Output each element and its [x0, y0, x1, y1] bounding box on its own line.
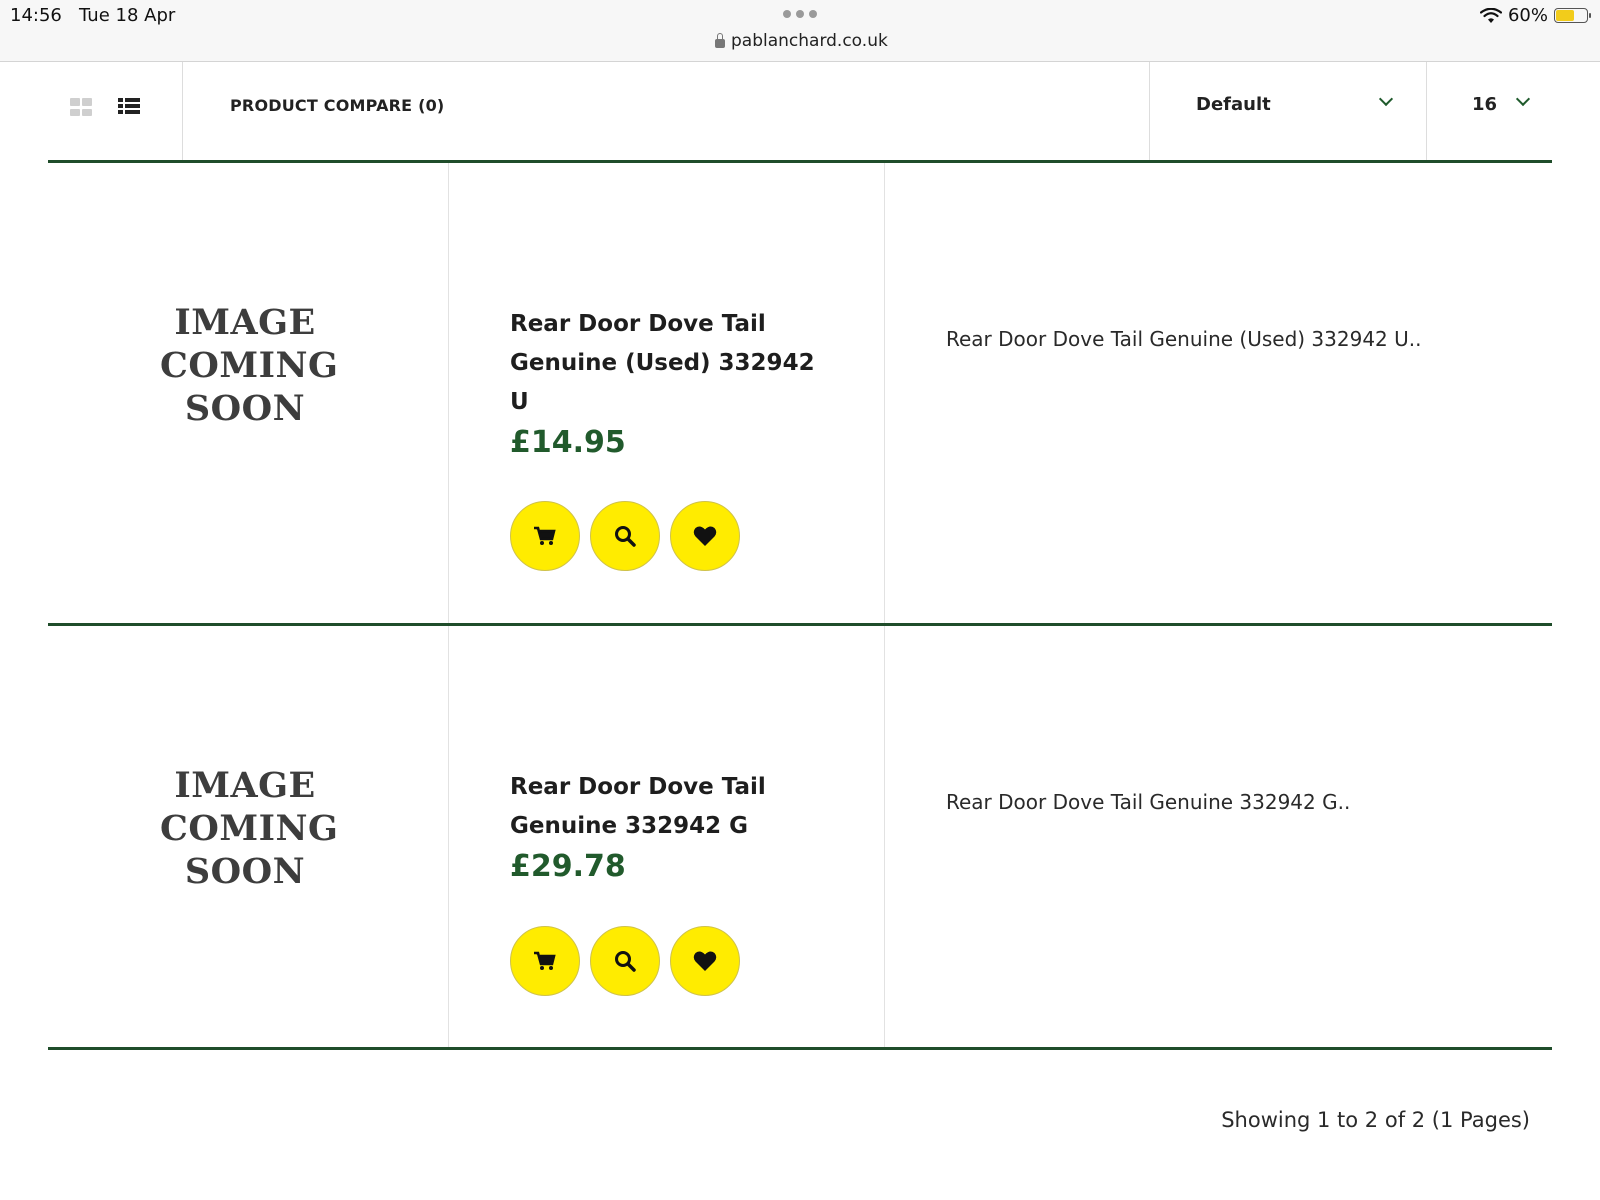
add-to-cart-button[interactable]: [510, 926, 580, 996]
ios-status-bar: 14:56 Tue 18 Apr pablanchard.co.uk 60%: [0, 0, 1600, 62]
heart-icon: [693, 526, 717, 546]
quick-view-button[interactable]: [590, 926, 660, 996]
view-toggle: [48, 62, 183, 160]
chevron-down-icon: [1378, 91, 1394, 107]
add-to-wishlist-button[interactable]: [670, 501, 740, 571]
divider: [48, 1047, 1552, 1050]
pagination-summary: Showing 1 to 2 of 2 (1 Pages): [1221, 1108, 1530, 1132]
cart-icon: [534, 951, 556, 970]
product-row: IMAGE COMING SOON Rear Door Dove Tail Genu…: [48, 626, 1552, 1047]
search-icon: [615, 526, 636, 547]
status-time: 14:56: [10, 5, 62, 26]
battery-percent: 60%: [1507, 5, 1548, 26]
add-to-cart-button[interactable]: [510, 501, 580, 571]
sort-select[interactable]: Default: [1149, 62, 1427, 160]
product-description: Rear Door Dove Tail Genuine (Used) 33294…: [946, 327, 1422, 351]
chevron-down-icon: [1515, 91, 1531, 107]
multitasking-dots[interactable]: [783, 10, 819, 20]
cart-icon: [534, 526, 556, 545]
list-view-icon[interactable]: [118, 98, 140, 116]
address-bar[interactable]: pablanchard.co.uk: [715, 31, 888, 51]
product-row: IMAGE COMING SOON Rear Door Dove Tail Genu…: [48, 163, 1552, 623]
lock-icon: [715, 32, 725, 48]
add-to-wishlist-button[interactable]: [670, 926, 740, 996]
heart-icon: [693, 951, 717, 971]
quick-view-button[interactable]: [590, 501, 660, 571]
url-text: pablanchard.co.uk: [731, 31, 888, 51]
battery-icon: [1554, 8, 1591, 23]
product-price: £29.78: [510, 849, 626, 884]
product-info: Rear Door Dove Tail Genuine (Used) 33294…: [448, 163, 885, 623]
status-indicators: 60%: [1479, 5, 1591, 26]
sort-value: Default: [1196, 94, 1271, 115]
search-icon: [615, 951, 636, 972]
image-placeholder: IMAGE COMING SOON: [160, 765, 339, 892]
status-time-date: 14:56 Tue 18 Apr: [10, 5, 175, 26]
grid-view-icon[interactable]: [70, 98, 92, 116]
product-image[interactable]: IMAGE COMING SOON: [48, 163, 449, 623]
product-name-link[interactable]: Rear Door Dove Tail Genuine (Used) 33294…: [510, 305, 820, 422]
product-actions: [510, 926, 740, 996]
product-description: Rear Door Dove Tail Genuine 332942 G..: [946, 790, 1351, 814]
limit-value: 16: [1472, 94, 1498, 115]
product-actions: [510, 501, 740, 571]
product-info: Rear Door Dove Tail Genuine 332942 G £29…: [448, 626, 885, 1047]
product-image[interactable]: IMAGE COMING SOON: [48, 626, 449, 1047]
status-date: Tue 18 Apr: [79, 5, 176, 26]
wifi-icon: [1479, 7, 1502, 23]
product-toolbar: PRODUCT COMPARE (0) Default 16: [0, 62, 1600, 160]
image-placeholder: IMAGE COMING SOON: [160, 302, 339, 429]
product-name-link[interactable]: Rear Door Dove Tail Genuine 332942 G: [510, 768, 820, 846]
product-compare-link[interactable]: PRODUCT COMPARE (0): [230, 96, 444, 115]
product-price: £14.95: [510, 425, 626, 460]
